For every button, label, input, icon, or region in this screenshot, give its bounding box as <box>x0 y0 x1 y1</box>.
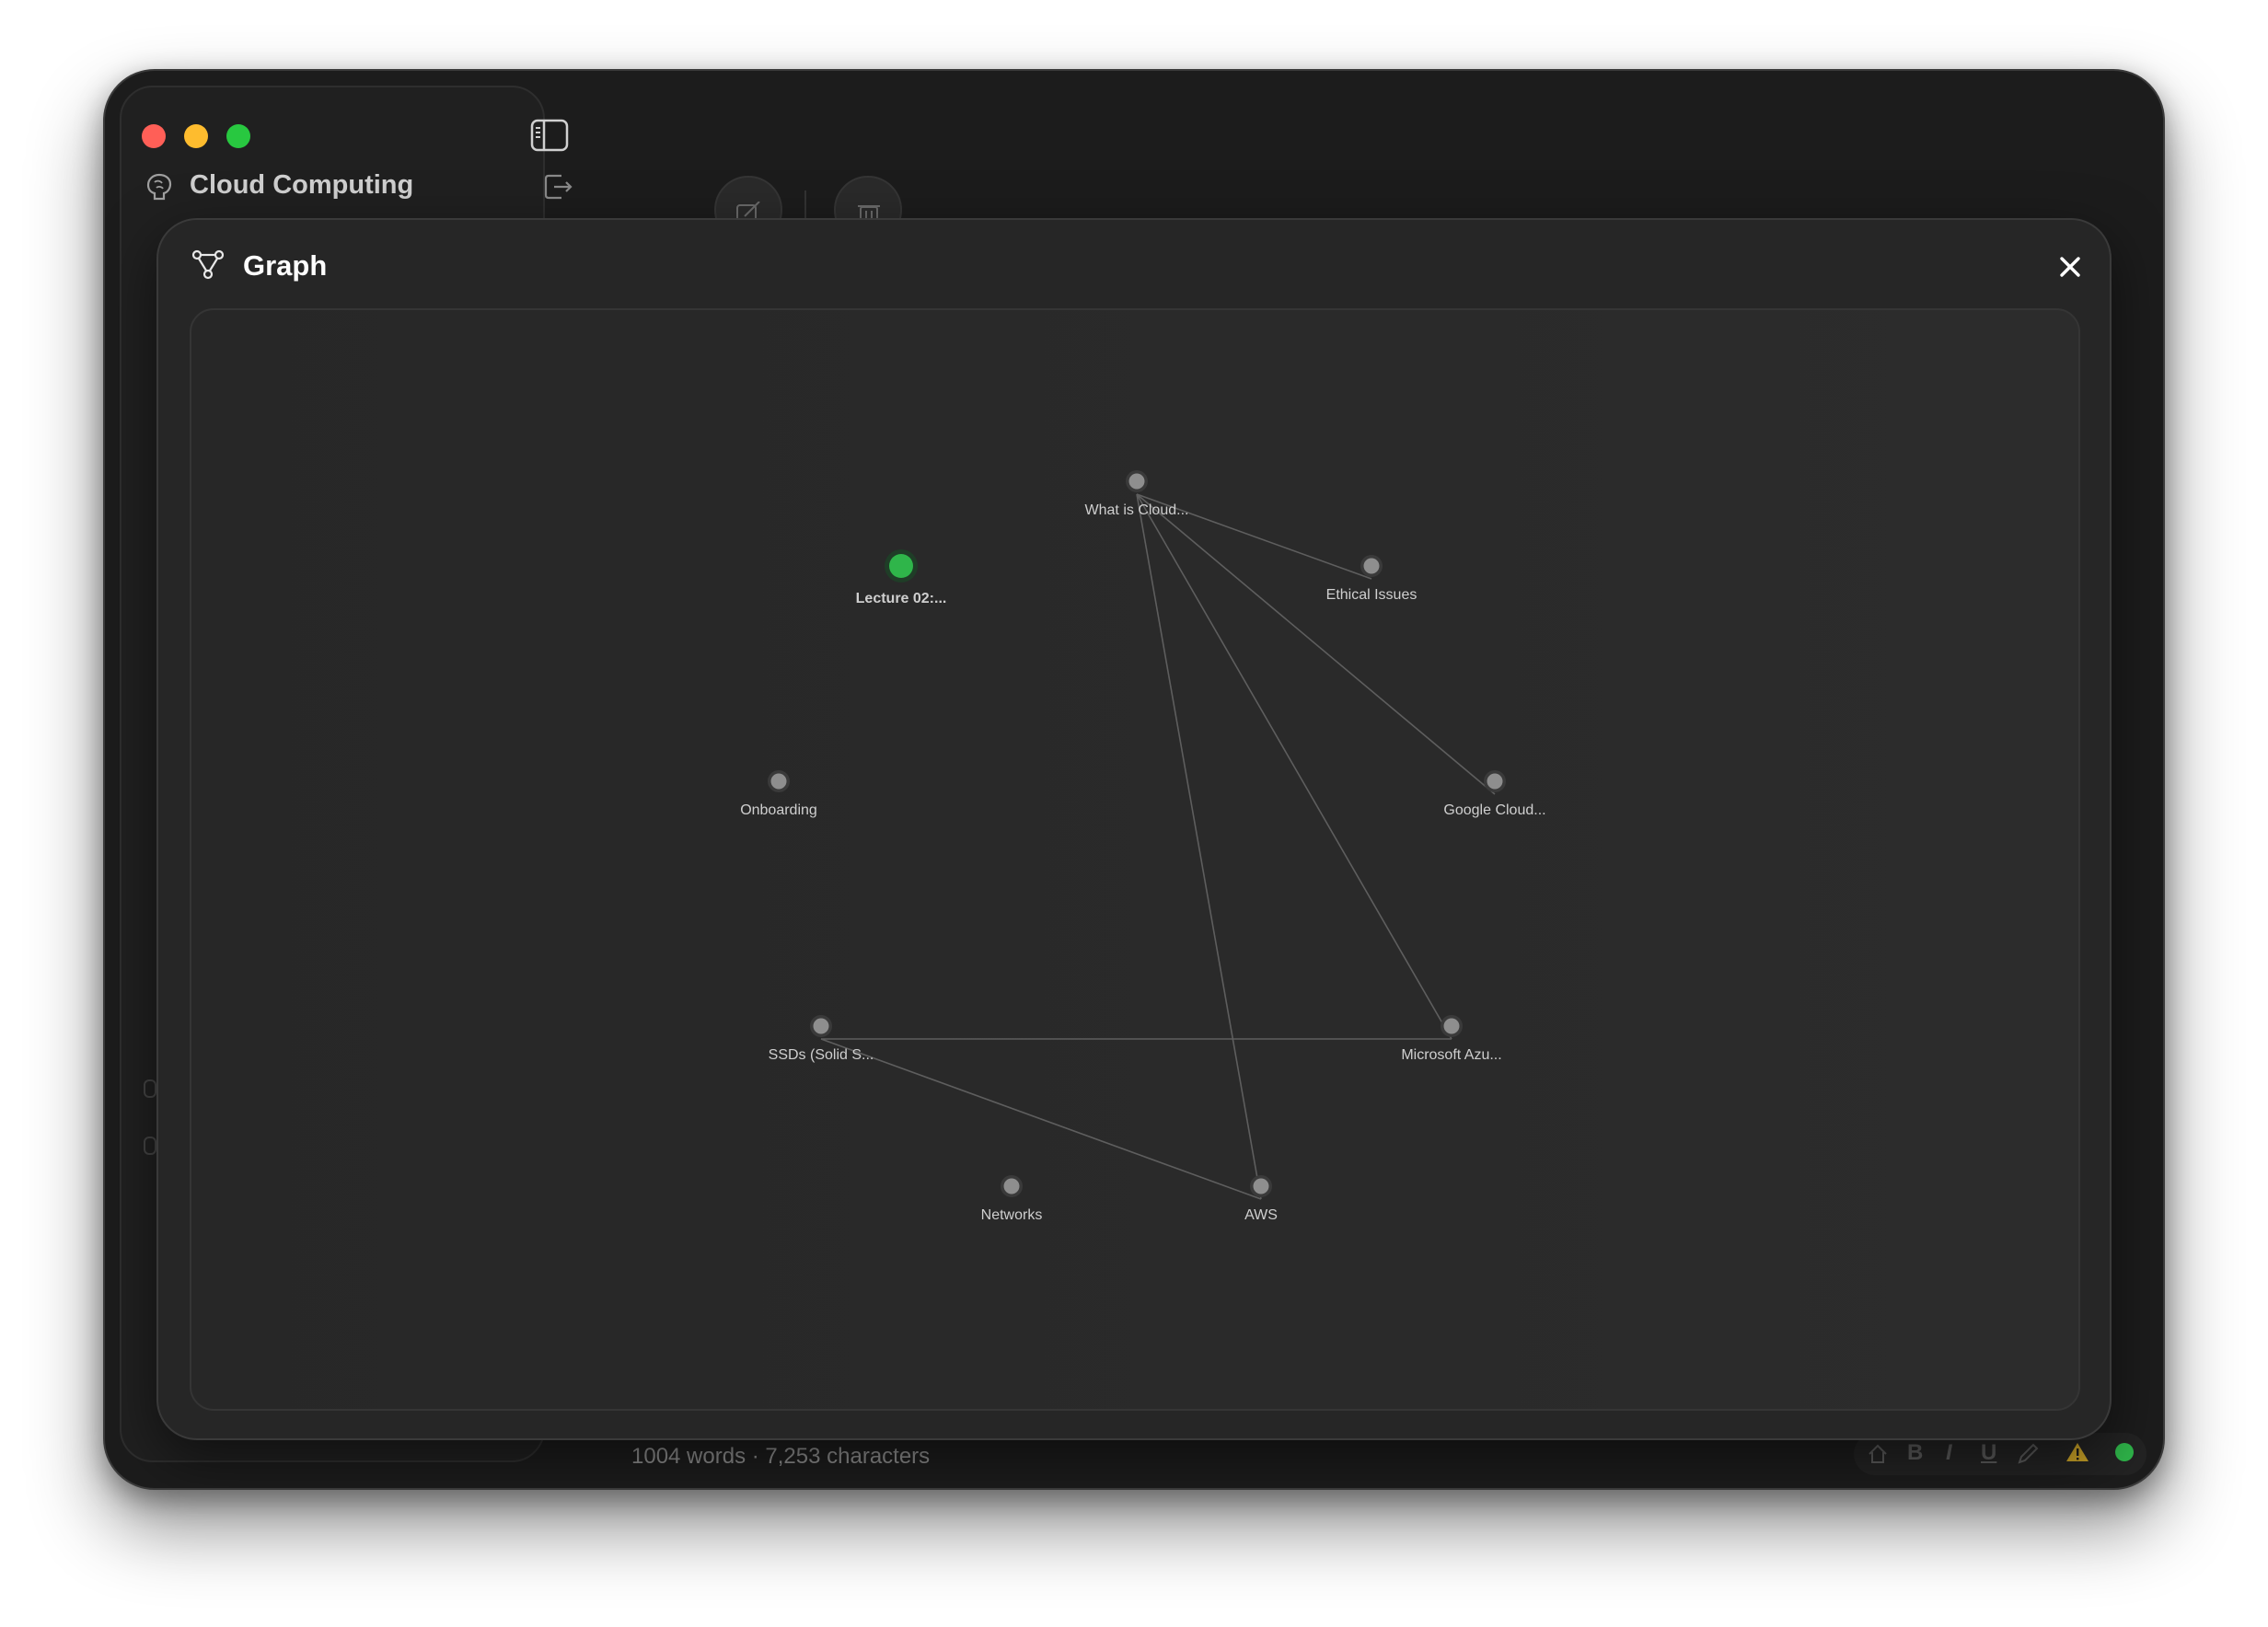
graph-node-label: Lecture 02:... <box>856 591 947 606</box>
graph-node-label: SSDs (Solid S... <box>769 1047 874 1063</box>
close-window-button[interactable] <box>142 124 166 148</box>
graph-node-label: AWS <box>1244 1207 1278 1223</box>
modal-title: Graph <box>243 249 328 282</box>
bold-button[interactable]: B <box>1907 1440 1923 1466</box>
zoom-window-button[interactable] <box>226 124 250 148</box>
sidebar-toggle-icon[interactable] <box>530 119 569 152</box>
graph-node-dot[interactable] <box>1253 1178 1269 1194</box>
graph-node-dot[interactable] <box>770 773 787 790</box>
graph-node-label: Networks <box>981 1207 1043 1223</box>
graph-node-dot[interactable] <box>813 1018 829 1034</box>
graph-node-dot[interactable] <box>1487 773 1503 790</box>
graph-node-dot[interactable] <box>889 554 913 578</box>
graph-svg[interactable]: What is Cloud... Lecture 02:... Ethical Is… <box>191 310 2080 1411</box>
graph-edge <box>1136 493 1452 1040</box>
graph-icon <box>191 249 225 280</box>
graph-edge <box>820 1038 1262 1200</box>
graph-node-networks[interactable]: Networks <box>981 1175 1043 1223</box>
graph-node-label: What is Cloud... <box>1085 502 1189 518</box>
close-icon[interactable] <box>2054 251 2086 283</box>
graph-node-dot[interactable] <box>1003 1178 1020 1194</box>
sidebar-hidden-icon <box>144 1137 156 1155</box>
sync-status-indicator <box>2115 1443 2134 1461</box>
graph-node-dot[interactable] <box>1128 473 1145 490</box>
italic-button[interactable]: I <box>1946 1440 1952 1466</box>
graph-node-label: Onboarding <box>740 802 817 818</box>
graph-edge <box>1136 493 1262 1200</box>
underline-button[interactable]: U <box>1981 1440 1996 1466</box>
pencil-icon[interactable] <box>2016 1442 2040 1466</box>
graph-node-label: Ethical Issues <box>1326 587 1418 603</box>
brain-icon <box>146 173 172 201</box>
home-icon[interactable] <box>1867 1443 1889 1465</box>
graph-canvas[interactable]: What is Cloud... Lecture 02:... Ethical Is… <box>190 308 2080 1411</box>
graph-node-dot[interactable] <box>1443 1018 1460 1034</box>
graph-node-onboarding[interactable]: Onboarding <box>740 770 817 818</box>
minimize-window-button[interactable] <box>184 124 208 148</box>
warning-icon[interactable] <box>2066 1441 2089 1463</box>
notebook-title[interactable]: Cloud Computing <box>190 170 413 201</box>
app-window: Cloud Computing 1004 words · 7,253 chara… <box>103 69 2165 1490</box>
word-count: 1004 words · 7,253 characters <box>631 1444 931 1469</box>
graph-node-dot[interactable] <box>1363 558 1380 574</box>
exit-icon[interactable] <box>543 172 574 202</box>
graph-node-lecture-02[interactable]: Lecture 02:... <box>856 549 947 606</box>
graph-edge <box>1136 493 1496 795</box>
sidebar-hidden-icon <box>144 1079 156 1098</box>
graph-modal: Graph What is Cloud... Lecture 02:... Ethi… <box>156 218 2112 1440</box>
graph-node-label: Google Cloud... <box>1443 802 1545 818</box>
graph-node-label: Microsoft Azu... <box>1401 1047 1501 1063</box>
